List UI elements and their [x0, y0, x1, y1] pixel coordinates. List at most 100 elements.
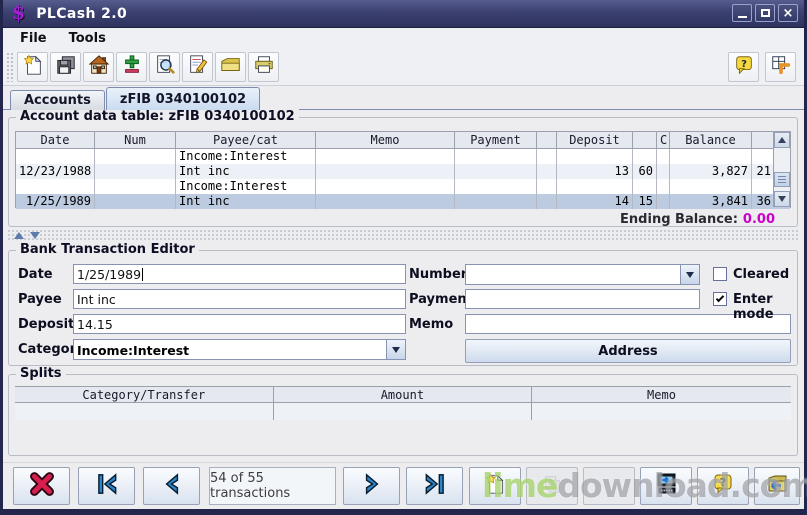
cell-date[interactable]: 1/25/1989 [16, 194, 95, 209]
new-file-button[interactable] [17, 51, 48, 82]
save-button[interactable] [50, 51, 81, 82]
close-button[interactable]: × [778, 4, 798, 22]
number-value [466, 265, 680, 284]
payee-input[interactable]: Int inc [73, 289, 406, 309]
ending-balance: Ending Balance: 0.00 [620, 212, 775, 227]
title-bar[interactable]: $ PLCash 2.0 × [3, 0, 804, 28]
cell-deposit[interactable]: 14 [557, 194, 633, 209]
home-icon [88, 54, 110, 80]
accounts-window-icon [770, 54, 792, 80]
table-row-selected[interactable]: 1/25/1989 Int inc 14 15 3,841 36 [16, 194, 790, 209]
split-pane-divider[interactable] [7, 229, 800, 242]
cleared-checkbox[interactable] [713, 267, 727, 281]
new-document-icon [22, 54, 44, 80]
delete-transaction-button[interactable] [13, 467, 70, 505]
col-header-balance-cents[interactable] [752, 132, 774, 148]
splits-title: Splits [16, 366, 66, 381]
new-transaction-button[interactable] [469, 467, 521, 505]
last-transaction-button[interactable] [406, 467, 463, 505]
open-button[interactable] [215, 51, 246, 82]
col-header-payment-cents[interactable] [537, 132, 557, 148]
new-document-icon [484, 473, 506, 499]
table-scrollbar[interactable] [773, 132, 790, 207]
category-combobox[interactable]: Income:Interest [73, 339, 406, 360]
exit-button[interactable] [754, 467, 800, 505]
col-header-balance[interactable]: Balance [670, 132, 752, 148]
table-row[interactable]: Income:Interest [16, 179, 790, 194]
address-button[interactable]: Address [465, 339, 791, 363]
enter-mode-checkbox[interactable] [713, 292, 727, 306]
scrollbar-thumb[interactable] [774, 172, 790, 187]
help-nav-button[interactable]: ? [697, 467, 749, 505]
help-button[interactable]: ? [728, 52, 759, 82]
category-dropdown-button[interactable] [386, 340, 405, 359]
next-transaction-button[interactable] [343, 467, 400, 505]
splits-empty-row[interactable] [15, 403, 791, 420]
col-header-payment[interactable]: Payment [455, 132, 537, 148]
window-title: PLCash 2.0 [36, 5, 128, 22]
col-header-deposit[interactable]: Deposit [557, 132, 633, 148]
print-button[interactable] [248, 51, 279, 82]
col-header-deposit-cents[interactable] [633, 132, 657, 148]
menu-file[interactable]: File [11, 30, 56, 47]
tab-account-zfib[interactable]: zFIB 0340100102 [105, 87, 261, 110]
col-header-num[interactable]: Num [95, 132, 176, 148]
disabled-action-button [583, 467, 635, 505]
cell-balance-cents[interactable]: 21 [752, 164, 774, 179]
cell-deposit[interactable]: 13 [557, 164, 633, 179]
cell-balance-cents[interactable]: 36 [752, 194, 774, 209]
find-button[interactable] [149, 51, 180, 82]
cell-deposit-cents[interactable]: 60 [633, 164, 657, 179]
splits-col-category[interactable]: Category/Transfer [15, 387, 274, 402]
col-header-date[interactable]: Date [16, 132, 95, 148]
col-header-memo[interactable]: Memo [316, 132, 455, 148]
minimize-button[interactable] [732, 4, 752, 22]
toolbar-grip[interactable] [6, 51, 13, 82]
number-dropdown-button[interactable] [680, 265, 699, 284]
cell-balance[interactable]: 3,827 [670, 164, 752, 179]
payment-input[interactable] [465, 289, 700, 309]
table-row[interactable]: 12/23/1988 Int inc 13 60 3,827 21 [16, 164, 790, 179]
register-button[interactable] [640, 467, 692, 505]
category-value: Income:Interest [77, 343, 190, 358]
date-input[interactable]: 1/25/1989 [73, 264, 406, 284]
text-caret [142, 268, 144, 281]
window-content: $ PLCash 2.0 × File Tools ? Accounts zFI… [3, 0, 807, 509]
cell-date[interactable]: 12/23/1988 [16, 164, 95, 179]
number-label: Number [409, 267, 468, 282]
scroll-down-button[interactable] [774, 191, 790, 207]
collapse-up-icon[interactable] [14, 232, 24, 239]
splits-col-memo[interactable]: Memo [532, 387, 791, 402]
collapse-down-icon[interactable] [30, 232, 40, 239]
main-toolbar: ? [3, 48, 804, 86]
splits-col-amount[interactable]: Amount [274, 387, 533, 402]
splits-table[interactable]: Category/Transfer Amount Memo [15, 386, 791, 420]
scroll-up-button[interactable] [774, 132, 790, 148]
maximize-button[interactable] [755, 4, 775, 22]
col-header-payee[interactable]: Payee/cat [176, 132, 316, 148]
cell-deposit-cents[interactable]: 15 [633, 194, 657, 209]
number-combobox[interactable] [465, 264, 700, 285]
menu-tools[interactable]: Tools [60, 30, 115, 47]
transaction-table[interactable]: Date Num Payee/cat Memo Payment Deposit … [15, 131, 791, 209]
deposit-input[interactable]: 14.15 [73, 314, 406, 334]
home-button[interactable] [83, 51, 114, 82]
edit-button[interactable] [182, 51, 213, 82]
col-header-cleared[interactable]: C [657, 132, 670, 148]
help-icon: ? [733, 54, 755, 80]
search-icon [154, 54, 176, 80]
previous-transaction-button[interactable] [143, 467, 200, 505]
arrow-up-icon [778, 137, 786, 143]
cell-category[interactable]: Income:Interest [176, 149, 316, 164]
cell-payee[interactable]: Int inc [176, 194, 316, 209]
chevron-down-icon [392, 346, 400, 353]
tab-accounts[interactable]: Accounts [10, 90, 105, 110]
transaction-counter: 54 of 55 transactions [209, 467, 336, 505]
first-transaction-button[interactable] [78, 467, 135, 505]
cell-balance[interactable]: 3,841 [670, 194, 752, 209]
cell-category[interactable]: Income:Interest [176, 179, 316, 194]
accounts-window-button[interactable] [765, 52, 796, 82]
add-transaction-button[interactable] [116, 51, 147, 82]
table-row[interactable]: Income:Interest [16, 149, 790, 164]
cell-payee[interactable]: Int inc [176, 164, 316, 179]
